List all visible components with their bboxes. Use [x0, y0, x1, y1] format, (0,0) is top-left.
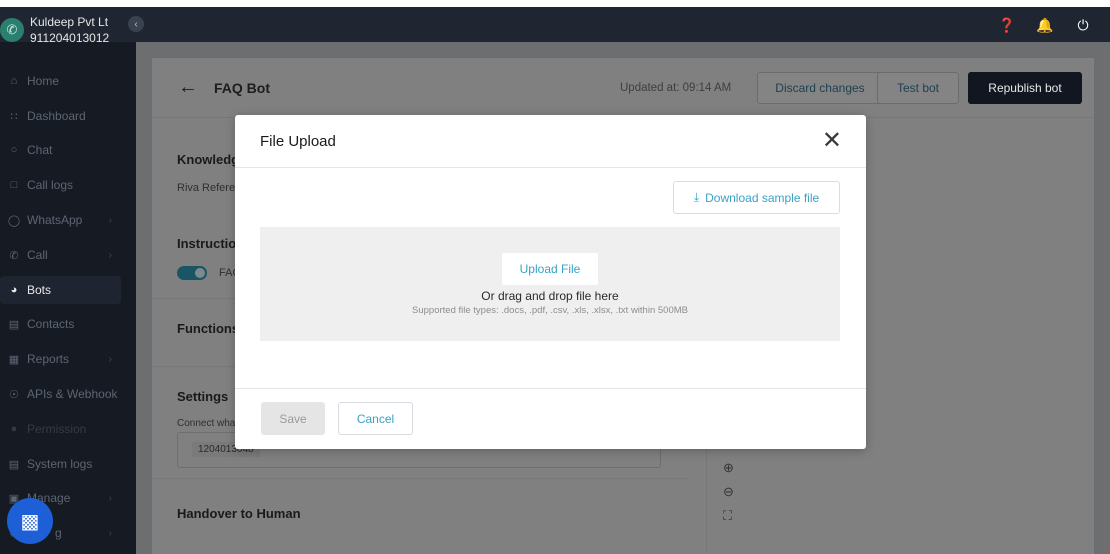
- sidebar-item-label: Call logs: [27, 178, 74, 192]
- chat-widget-button[interactable]: ▩: [7, 498, 53, 544]
- sidebar-item-reports[interactable]: ▦ Reports ›: [0, 345, 136, 373]
- sidebar-item-chat[interactable]: ○ Chat: [0, 136, 136, 164]
- top-edge: [0, 0, 1110, 7]
- download-icon: ⤓: [693, 190, 700, 204]
- sidebar-item-label: APIs & Webhook: [27, 387, 118, 401]
- sidebar-item-home[interactable]: ⌂ Home: [0, 67, 136, 95]
- call-log-icon: □: [10, 179, 18, 191]
- top-bar: ✆ Kuldeep Pvt Lt 911204013012 ‹ ❓ 🔔 ⏻: [0, 0, 1110, 45]
- download-sample-button[interactable]: ⤓ Download sample file: [673, 181, 840, 214]
- account-name: Kuldeep Pvt Lt: [30, 15, 109, 29]
- sidebar-item-label: WhatsApp: [27, 213, 83, 227]
- chevron-right-icon: ›: [108, 353, 112, 365]
- modal-divider: [235, 388, 866, 389]
- save-button[interactable]: Save: [261, 402, 325, 435]
- functions-heading: Functions: [177, 321, 240, 336]
- knowledge-heading: Knowledg: [177, 152, 240, 167]
- sidebar-item-call-logs[interactable]: □ Call logs: [0, 171, 136, 199]
- sidebar-item-label: g: [55, 526, 62, 540]
- help-icon[interactable]: ❓: [998, 17, 1016, 34]
- close-icon[interactable]: ✕: [822, 129, 842, 153]
- sidebar-item-label: Bots: [27, 283, 52, 297]
- zoom-out-icon[interactable]: ⊖: [723, 484, 734, 500]
- settings-heading: Settings: [177, 389, 229, 404]
- test-bot-button[interactable]: Test bot: [877, 72, 959, 104]
- sidebar-item-whatsapp[interactable]: ◯ WhatsApp ›: [0, 206, 136, 234]
- chevron-right-icon: ›: [108, 492, 112, 504]
- chevron-right-icon: ›: [108, 527, 112, 539]
- system-logs-icon: ▤: [8, 458, 20, 471]
- discard-changes-button[interactable]: Discard changes: [757, 72, 883, 104]
- sidebar-item-label: Contacts: [27, 317, 75, 331]
- sidebar-item-label: Dashboard: [27, 109, 86, 123]
- sidebar-item-dashboard[interactable]: ∷ Dashboard: [0, 102, 136, 130]
- contacts-icon: ▤: [8, 318, 20, 331]
- chat-icon: ○: [10, 144, 18, 156]
- faq-toggle[interactable]: [177, 266, 207, 280]
- sidebar-item-apis-webhook[interactable]: ☉ APIs & Webhook: [0, 380, 136, 408]
- zoom-in-icon[interactable]: ⊕: [723, 460, 734, 476]
- permission-icon: ●: [10, 423, 18, 435]
- sidebar-item-label: Permission: [27, 422, 87, 436]
- knowledge-source: Riva Refere: [177, 182, 236, 194]
- supported-types-text: Supported file types: .docs, .pdf, .csv,…: [412, 305, 688, 316]
- api-icon: ☉: [9, 388, 19, 401]
- file-dropzone[interactable]: Upload File Or drag and drop file here S…: [260, 227, 840, 341]
- drag-drop-text: Or drag and drop file here: [481, 289, 619, 303]
- sidebar-item-label: Chat: [27, 143, 53, 157]
- home-icon: ⌂: [10, 75, 18, 87]
- sidebar-item-permission[interactable]: ● Permission: [0, 415, 136, 443]
- power-icon[interactable]: ⏻: [1074, 17, 1092, 34]
- page-title: FAQ Bot: [214, 80, 270, 96]
- instructions-heading: Instructio: [177, 236, 237, 251]
- cancel-button[interactable]: Cancel: [338, 402, 413, 435]
- divider: [152, 478, 688, 479]
- download-label: Download sample file: [705, 190, 820, 205]
- sidebar-item-label: Home: [27, 74, 60, 88]
- editor-header: ← FAQ Bot Updated at: 09:14 AM Discard c…: [152, 58, 1094, 118]
- republish-bot-button[interactable]: Republish bot: [968, 72, 1082, 104]
- sidebar-item-call[interactable]: ✆ Call ›: [0, 241, 136, 269]
- bell-icon[interactable]: 🔔: [1036, 17, 1054, 34]
- back-arrow-icon[interactable]: ←: [178, 76, 198, 99]
- grid-icon: ∷: [10, 110, 18, 123]
- sidebar-item-contacts[interactable]: ▤ Contacts: [0, 310, 136, 338]
- sidebar-item-label: Call: [27, 248, 48, 262]
- modal-divider: [235, 167, 866, 168]
- fit-screen-icon[interactable]: ⛶: [723, 508, 732, 524]
- sidebar-item-bots[interactable]: ◕ Bots: [0, 276, 121, 304]
- chevron-right-icon: ›: [108, 249, 112, 261]
- sidebar-item-label: Reports: [27, 352, 70, 366]
- modal-title: File Upload: [260, 133, 336, 150]
- sidebar: ⌂ Home ∷ Dashboard ○ Chat □ Call logs ◯ Whats…: [0, 42, 136, 554]
- reports-icon: ▦: [8, 353, 20, 366]
- sidebar-item-label: System logs: [27, 457, 93, 471]
- chat-bubble-icon: ▩: [20, 510, 40, 533]
- sidebar-collapse-button[interactable]: ‹: [128, 16, 144, 32]
- phone-icon: ✆: [9, 249, 19, 262]
- updated-time: Updated at: 09:14 AM: [620, 82, 732, 94]
- connect-label: Connect wha: [177, 418, 236, 429]
- handover-heading: Handover to Human: [177, 506, 301, 521]
- whatsapp-icon: ◯: [7, 214, 21, 227]
- chevron-right-icon: ›: [108, 214, 112, 226]
- file-upload-modal: File Upload ✕ ⤓ Download sample file Upl…: [235, 115, 866, 449]
- bot-icon: ◕: [10, 284, 18, 296]
- upload-file-button[interactable]: Upload File: [502, 253, 598, 285]
- sidebar-item-system-logs[interactable]: ▤ System logs: [0, 450, 136, 478]
- phone-avatar-icon: ✆: [0, 18, 24, 42]
